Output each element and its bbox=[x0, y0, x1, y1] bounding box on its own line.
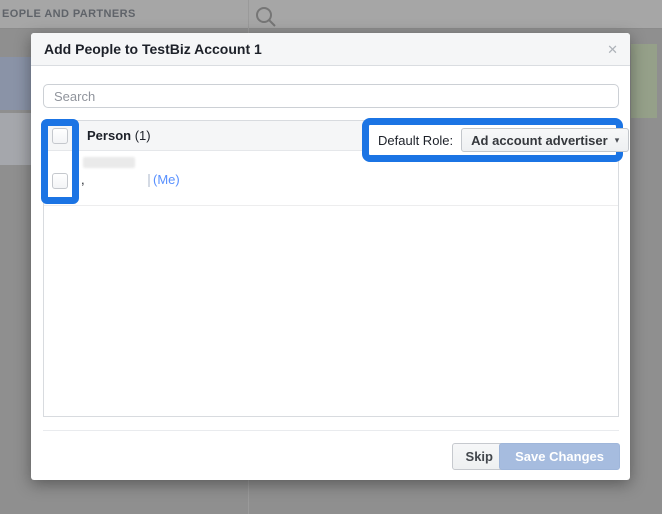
default-role-value: Ad account advertiser bbox=[471, 133, 608, 148]
person-count: (1) bbox=[135, 128, 151, 143]
default-role-label: Default Role: bbox=[378, 133, 453, 148]
person-checkbox[interactable] bbox=[52, 173, 68, 189]
list-header-label: Person (1) bbox=[87, 128, 151, 143]
background-thumbnail bbox=[631, 44, 657, 118]
caret-down-icon: ▾ bbox=[615, 136, 620, 145]
add-people-dialog: Add People to TestBiz Account 1 ✕ Person… bbox=[31, 33, 630, 480]
highlight-box-default-role: Default Role: Ad account advertiser ▾ bbox=[362, 118, 623, 162]
people-list: Person (1) , (Me) bbox=[43, 120, 619, 417]
search-input[interactable] bbox=[43, 84, 619, 108]
dialog-header: Add People to TestBiz Account 1 ✕ bbox=[31, 33, 630, 66]
footer-divider bbox=[43, 430, 619, 431]
background-toolbar: EOPLE AND PARTNERS bbox=[0, 0, 662, 29]
redacted-text-fragment bbox=[148, 174, 150, 187]
default-role-dropdown[interactable]: Ad account advertiser ▾ bbox=[461, 128, 629, 152]
select-all-checkbox[interactable] bbox=[52, 128, 68, 144]
search-icon bbox=[254, 5, 278, 29]
screen: EOPLE AND PARTNERS Add People to TestBiz… bbox=[0, 0, 662, 514]
dialog-title: Add People to TestBiz Account 1 bbox=[44, 33, 262, 66]
me-label: (Me) bbox=[153, 172, 180, 187]
close-icon[interactable]: ✕ bbox=[607, 33, 618, 66]
save-changes-button[interactable]: Save Changes bbox=[499, 443, 620, 470]
person-type-label: Person bbox=[87, 128, 131, 143]
person-name-fragment: , bbox=[81, 172, 85, 187]
redacted-name-smudge bbox=[83, 157, 135, 168]
people-and-partners-heading: EOPLE AND PARTNERS bbox=[2, 0, 136, 29]
